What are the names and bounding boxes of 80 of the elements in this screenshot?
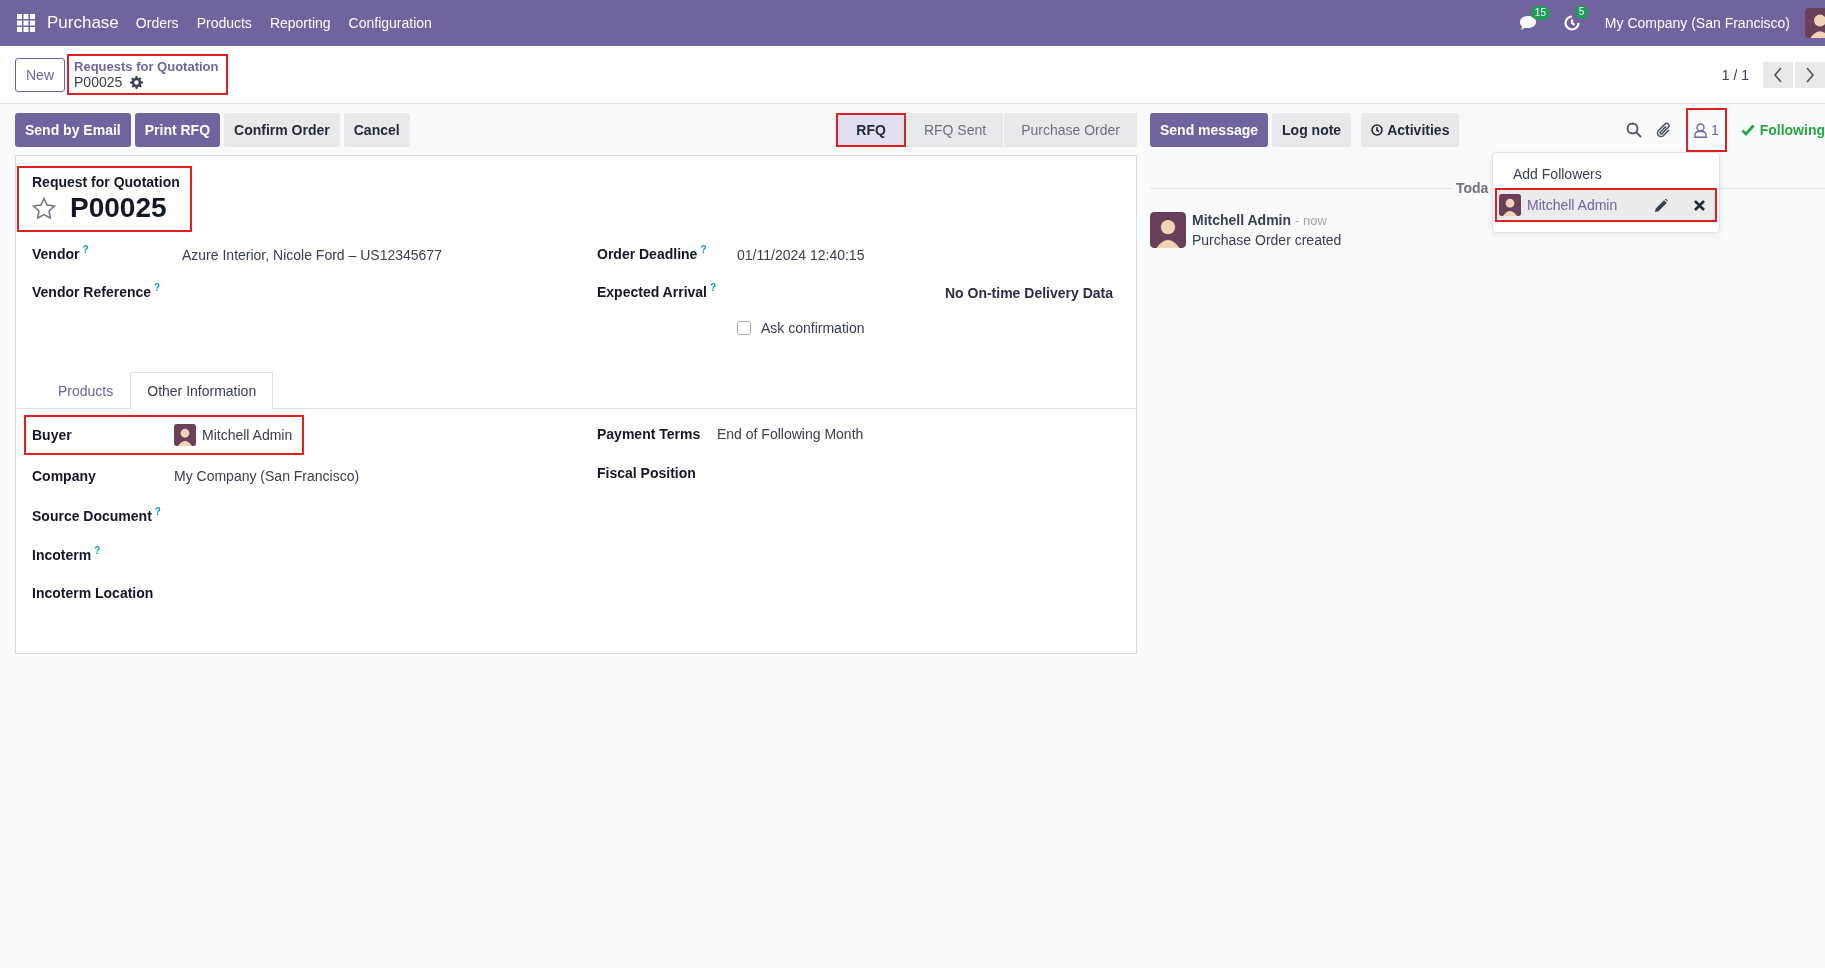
add-followers-item[interactable]: Add Followers bbox=[1493, 163, 1622, 188]
chevron-right-icon bbox=[1805, 66, 1815, 83]
user-icon bbox=[1693, 122, 1707, 138]
clock-icon bbox=[1371, 124, 1384, 136]
avatar-icon[interactable] bbox=[1805, 8, 1825, 38]
follower-name[interactable]: Mitchell Admin bbox=[1527, 197, 1649, 213]
record-name: P00025 bbox=[74, 74, 123, 90]
tab[interactable]: Other Information bbox=[130, 372, 274, 409]
followers-button[interactable]: 1 bbox=[1685, 108, 1727, 152]
help-tooltip-mark[interactable]: ? bbox=[710, 282, 717, 293]
field-label: Expected Arrival bbox=[597, 283, 707, 300]
field-label: Vendor bbox=[32, 245, 80, 262]
action-button[interactable]: Print RFQ bbox=[134, 113, 221, 147]
chatter-button[interactable]: Send message bbox=[1150, 113, 1269, 147]
check-icon bbox=[1740, 124, 1755, 136]
action-button[interactable]: Confirm Order bbox=[224, 113, 340, 147]
following-button[interactable]: Following bbox=[1740, 122, 1825, 138]
field-label: Company bbox=[32, 467, 96, 484]
field-value[interactable]: End of Following Month bbox=[717, 425, 864, 442]
avatar-icon bbox=[1150, 212, 1186, 248]
menu-item[interactable]: Orders bbox=[126, 11, 188, 35]
pager-text: 1 / 1 bbox=[1721, 66, 1749, 83]
message-author: Mitchell Admin bbox=[1192, 212, 1292, 228]
clock-icon[interactable] bbox=[1562, 14, 1581, 32]
avatar-icon bbox=[174, 424, 196, 446]
menu-item[interactable]: Reporting bbox=[260, 11, 340, 35]
help-tooltip-mark[interactable]: ? bbox=[154, 505, 161, 517]
checkbox-label: Ask confirmation bbox=[761, 320, 865, 336]
field-label: Incoterm Location bbox=[32, 584, 154, 601]
field-label: Fiscal Position bbox=[597, 464, 696, 481]
document-type: Request for Quotation bbox=[32, 174, 180, 190]
order-number: P00025 bbox=[70, 192, 167, 224]
field-value[interactable]: Azure Interior, Nicole Ford – US12345677 bbox=[182, 244, 442, 263]
next-button[interactable] bbox=[1795, 61, 1825, 88]
chatter-button[interactable]: Activities bbox=[1361, 113, 1460, 147]
remove-x-icon[interactable] bbox=[1694, 199, 1705, 211]
edit-pencil-icon[interactable] bbox=[1655, 198, 1668, 212]
count-badge: 15 bbox=[1530, 5, 1550, 20]
menu-item[interactable]: Configuration bbox=[339, 11, 441, 35]
action-button[interactable]: Cancel bbox=[343, 113, 410, 147]
action-button[interactable]: Send by Email bbox=[15, 113, 131, 147]
paperclip-icon[interactable] bbox=[1655, 121, 1672, 139]
chatter-button[interactable]: Log note bbox=[1272, 113, 1352, 147]
status-stage[interactable]: RFQ bbox=[836, 113, 906, 147]
message-time: - now bbox=[1295, 213, 1327, 228]
field-value[interactable]: Mitchell Admin bbox=[202, 427, 293, 443]
field-label: Vendor Reference bbox=[32, 283, 152, 300]
help-tooltip-mark[interactable]: ? bbox=[82, 244, 89, 255]
app-name[interactable]: Purchase bbox=[47, 13, 119, 33]
help-tooltip-mark[interactable]: ? bbox=[700, 244, 707, 255]
field-value[interactable]: 01/11/2024 12:40:15 bbox=[737, 244, 865, 263]
message-body: Purchase Order created bbox=[1192, 232, 1342, 248]
search-icon[interactable] bbox=[1625, 122, 1642, 138]
menu-item[interactable]: Products bbox=[187, 11, 261, 35]
field-label: Payment Terms bbox=[597, 425, 701, 442]
gear-icon[interactable] bbox=[130, 75, 144, 89]
field-label: Source Document bbox=[32, 507, 152, 524]
breadcrumb-link[interactable]: Requests for Quotation bbox=[74, 59, 219, 74]
field-value[interactable]: My Company (San Francisco) bbox=[174, 467, 360, 484]
field-label: Incoterm bbox=[32, 546, 92, 563]
company-switcher[interactable]: My Company (San Francisco) bbox=[1604, 15, 1790, 31]
chat-bubbles-icon[interactable] bbox=[1518, 14, 1539, 32]
chevron-left-icon bbox=[1773, 66, 1783, 83]
checkbox[interactable] bbox=[737, 321, 751, 335]
status-stage[interactable]: RFQ Sent bbox=[906, 113, 1004, 147]
help-tooltip-mark[interactable]: ? bbox=[94, 544, 101, 556]
previous-button[interactable] bbox=[1763, 61, 1793, 88]
new-button[interactable]: New bbox=[15, 57, 65, 92]
count-badge: 5 bbox=[1574, 5, 1589, 19]
status-stage[interactable]: Purchase Order bbox=[1004, 113, 1137, 147]
avatar-icon bbox=[1499, 194, 1521, 216]
follower-row[interactable]: Mitchell Admin bbox=[1495, 188, 1717, 222]
field-label: Order Deadline bbox=[597, 245, 698, 262]
help-tooltip-mark[interactable]: ? bbox=[154, 282, 161, 293]
date-divider-label: Toda bbox=[1455, 180, 1490, 196]
delivery-data-note: No On-time Delivery Data bbox=[944, 284, 1113, 301]
star-icon[interactable] bbox=[32, 196, 56, 220]
tab[interactable]: Products bbox=[41, 372, 131, 409]
field-label: Buyer bbox=[32, 427, 72, 443]
apps-grid-icon[interactable] bbox=[17, 14, 35, 32]
